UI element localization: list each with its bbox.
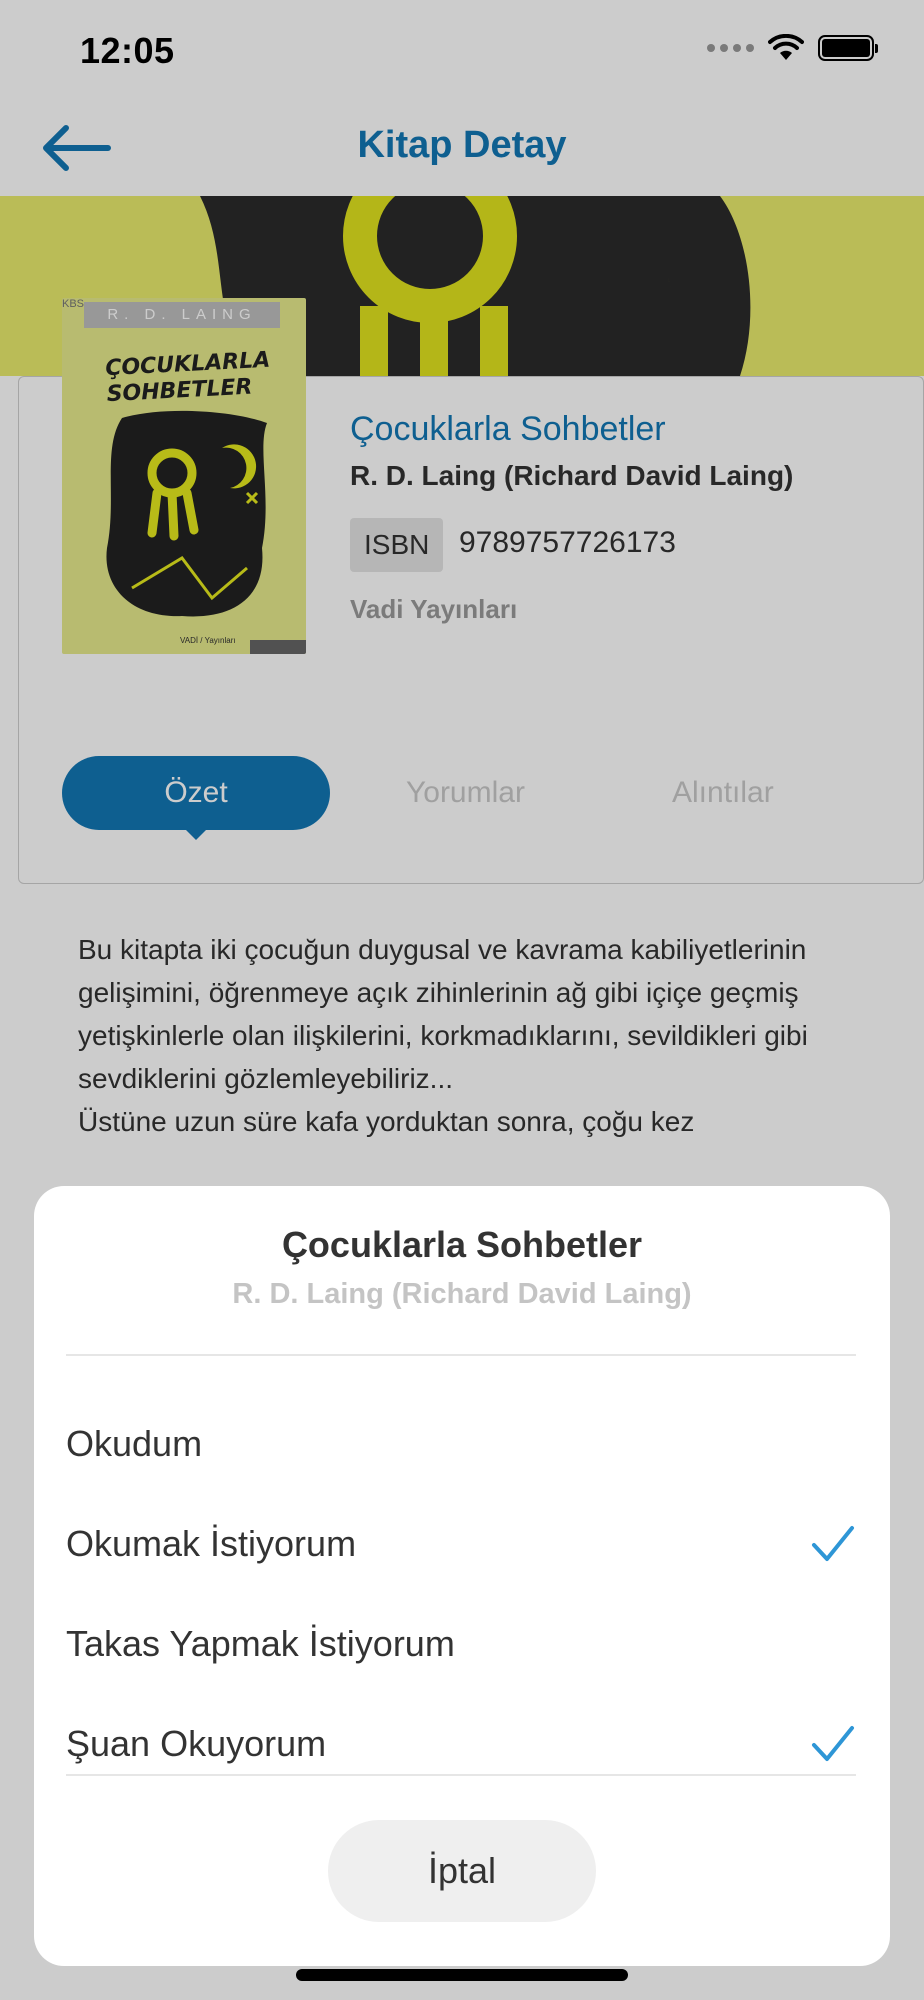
divider (66, 1354, 856, 1356)
cancel-button[interactable]: İptal (328, 1820, 596, 1922)
divider (66, 1774, 856, 1776)
sheet-subtitle: R. D. Laing (Richard David Laing) (232, 1278, 692, 1310)
option-want-to-trade[interactable]: Takas Yapmak İstiyorum (66, 1604, 856, 1684)
home-indicator (296, 1969, 628, 1981)
reading-status-sheet: Çocuklarla Sohbetler R. D. Laing (Richar… (34, 1186, 890, 1966)
sheet-title: Çocuklarla Sohbetler (281, 1224, 643, 1265)
checkmark-icon (810, 1524, 856, 1564)
option-want-to-read[interactable]: Okumak İstiyorum (66, 1504, 856, 1584)
option-label: Şuan Okuyorum (66, 1723, 327, 1764)
option-label: Takas Yapmak İstiyorum (66, 1623, 455, 1664)
option-currently-reading[interactable]: Şuan Okuyorum (66, 1704, 856, 1784)
checkmark-icon (810, 1724, 856, 1764)
option-label: Okudum (66, 1423, 203, 1464)
option-label: Okumak İstiyorum (66, 1523, 357, 1564)
option-read[interactable]: Okudum (66, 1404, 856, 1484)
